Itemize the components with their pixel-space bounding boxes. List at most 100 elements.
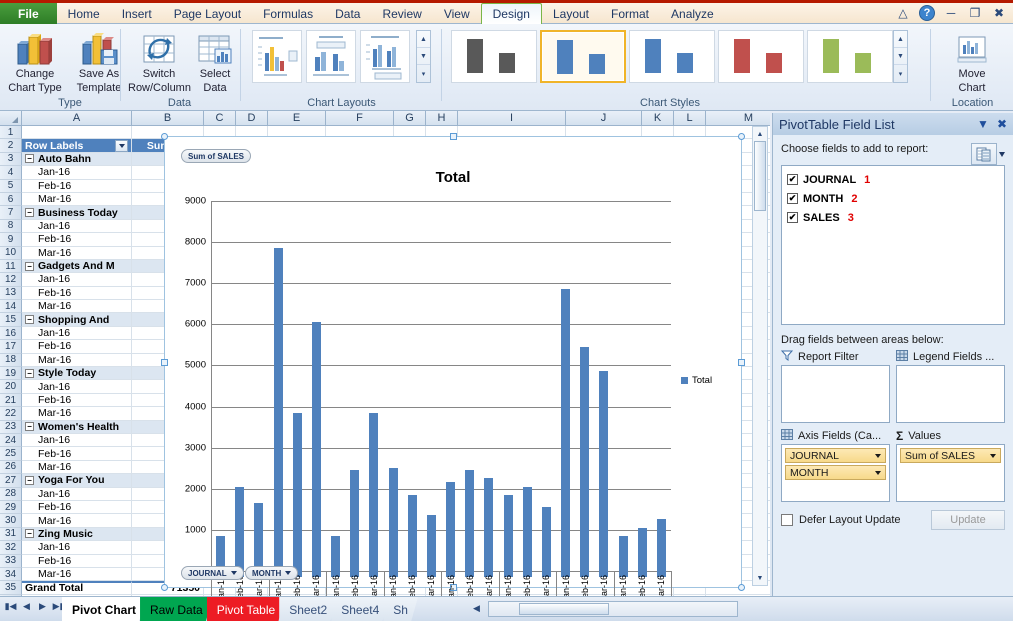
ribbon-tab-home[interactable]: Home [57, 3, 111, 24]
row-header-7[interactable]: 7 [0, 206, 22, 219]
row-header-24[interactable]: 24 [0, 434, 22, 447]
chart-legend[interactable]: Total [681, 375, 712, 386]
scroll-up-icon[interactable]: ▲ [753, 127, 767, 141]
chart-style-option-5[interactable] [807, 30, 893, 83]
row-header-18[interactable]: 18 [0, 354, 22, 367]
chart-bar[interactable] [408, 495, 417, 577]
chart-layouts-scroll-up-icon[interactable]: ▲ [417, 31, 430, 48]
column-header-F[interactable]: F [326, 111, 394, 126]
cell-A8[interactable]: Jan-16 [22, 220, 132, 233]
row-header-5[interactable]: 5 [0, 180, 22, 193]
row-header-33[interactable]: 33 [0, 555, 22, 568]
axis-field-pill-journal[interactable]: JOURNAL [785, 448, 886, 463]
chart-bar[interactable] [657, 519, 666, 577]
cell-A25[interactable]: Feb-16 [22, 447, 132, 460]
column-header-H[interactable]: H [426, 111, 458, 126]
cell-A3[interactable]: −Auto Bahn [22, 153, 132, 166]
row-header-31[interactable]: 31 [0, 528, 22, 541]
row-header-28[interactable]: 28 [0, 488, 22, 501]
row-header-1[interactable]: 1 [0, 126, 22, 139]
minimize-ribbon-icon[interactable]: △ [895, 5, 911, 21]
cell-A4[interactable]: Jan-16 [22, 166, 132, 179]
chart-layout-option-2[interactable] [306, 30, 356, 83]
cell-A15[interactable]: −Shopping And [22, 313, 132, 326]
column-header-I[interactable]: I [458, 111, 566, 126]
chart-bar[interactable] [465, 470, 474, 577]
chart-layouts-scroll-down-icon[interactable]: ▼ [417, 48, 430, 65]
chart-style-option-4[interactable] [718, 30, 804, 83]
select-all-corner[interactable] [0, 111, 22, 126]
chart-styles-more-icon[interactable]: ▾ [894, 65, 907, 82]
sheet-tab-sheet2[interactable]: Sheet2 [279, 597, 337, 621]
ribbon-tab-data[interactable]: Data [324, 3, 371, 24]
change-chart-type-button[interactable]: Change Chart Type [4, 28, 66, 94]
cell-A29[interactable]: Feb-16 [22, 501, 132, 514]
cell-A11[interactable]: −Gadgets And M [22, 260, 132, 273]
chart-handle-e[interactable] [738, 359, 745, 366]
switch-row-column-button[interactable]: Switch Row/Column [128, 28, 190, 94]
row-header-16[interactable]: 16 [0, 327, 22, 340]
close-icon[interactable]: ✖ [991, 5, 1007, 21]
collapse-expand-icon[interactable]: − [25, 154, 34, 163]
select-data-button[interactable]: Select Data [184, 28, 246, 94]
row-header-29[interactable]: 29 [0, 501, 22, 514]
chart-handle-se[interactable] [738, 584, 745, 591]
chart-value-field-button[interactable]: Sum of SALES [181, 149, 251, 163]
ribbon-tab-design[interactable]: Design [481, 3, 542, 24]
area-report-filter-dropzone[interactable] [781, 365, 890, 423]
cell-A21[interactable]: Feb-16 [22, 394, 132, 407]
chart-layout-option-1[interactable] [252, 30, 302, 83]
field-checkbox-month[interactable]: ✔ [787, 193, 798, 204]
column-header-C[interactable]: C [204, 111, 236, 126]
sheet-tab-raw-data[interactable]: Raw Data [140, 597, 213, 621]
row-header-23[interactable]: 23 [0, 421, 22, 434]
chart-bar[interactable] [504, 495, 513, 577]
row-header-15[interactable]: 15 [0, 313, 22, 326]
cell-A24[interactable]: Jan-16 [22, 434, 132, 447]
row-header-20[interactable]: 20 [0, 380, 22, 393]
close-icon[interactable]: ✖ [997, 117, 1007, 131]
chart-handle-w[interactable] [161, 359, 168, 366]
chart-bar[interactable] [561, 289, 570, 577]
cell-A17[interactable]: Feb-16 [22, 340, 132, 353]
column-header-B[interactable]: B [132, 111, 204, 126]
row-header-34[interactable]: 34 [0, 568, 22, 581]
chart-bar[interactable] [235, 487, 244, 577]
field-checkbox-list[interactable]: ✔JOURNAL1✔MONTH2✔SALES3 [781, 165, 1005, 325]
row-header-19[interactable]: 19 [0, 367, 22, 380]
row-header-27[interactable]: 27 [0, 474, 22, 487]
ribbon-tab-format[interactable]: Format [600, 3, 660, 24]
chart-bar[interactable] [350, 470, 359, 577]
row-header-17[interactable]: 17 [0, 340, 22, 353]
chart-style-option-2[interactable] [540, 30, 626, 83]
cell-A5[interactable]: Feb-16 [22, 180, 132, 193]
field-checkbox-sales[interactable]: ✔ [787, 212, 798, 223]
row-header-13[interactable]: 13 [0, 287, 22, 300]
cell-A27[interactable]: −Yoga For You [22, 474, 132, 487]
help-icon[interactable]: ? [919, 5, 935, 21]
row-header-12[interactable]: 12 [0, 273, 22, 286]
defer-layout-update-checkbox[interactable] [781, 514, 793, 526]
chart-handle-n[interactable] [450, 133, 457, 140]
chart-handle-nw[interactable] [161, 133, 168, 140]
chart-plot-area[interactable]: 0100020003000400050006000700080009000Jan… [211, 201, 671, 621]
row-header-14[interactable]: 14 [0, 300, 22, 313]
cell-A33[interactable]: Feb-16 [22, 555, 132, 568]
ribbon-tab-formulas[interactable]: Formulas [252, 3, 324, 24]
chart-bar[interactable] [446, 482, 455, 577]
column-header-A[interactable]: A [22, 111, 132, 126]
area-values-dropzone[interactable]: Sum of SALES [896, 444, 1005, 502]
cell-A23[interactable]: −Women's Health [22, 421, 132, 434]
field-item-month[interactable]: ✔MONTH2 [787, 189, 999, 208]
cell-A26[interactable]: Mar-16 [22, 461, 132, 474]
horizontal-scroll-thumb[interactable] [519, 603, 609, 615]
collapse-expand-icon[interactable]: − [25, 208, 34, 217]
minimize-icon[interactable]: ─ [943, 5, 959, 21]
column-header-K[interactable]: K [642, 111, 674, 126]
ribbon-tab-layout[interactable]: Layout [542, 3, 600, 24]
row-header-6[interactable]: 6 [0, 193, 22, 206]
row-header-26[interactable]: 26 [0, 461, 22, 474]
cell-A28[interactable]: Jan-16 [22, 488, 132, 501]
next-sheet-icon[interactable]: ▶ [36, 601, 49, 612]
chart-styles-scroll-up-icon[interactable]: ▲ [894, 31, 907, 48]
